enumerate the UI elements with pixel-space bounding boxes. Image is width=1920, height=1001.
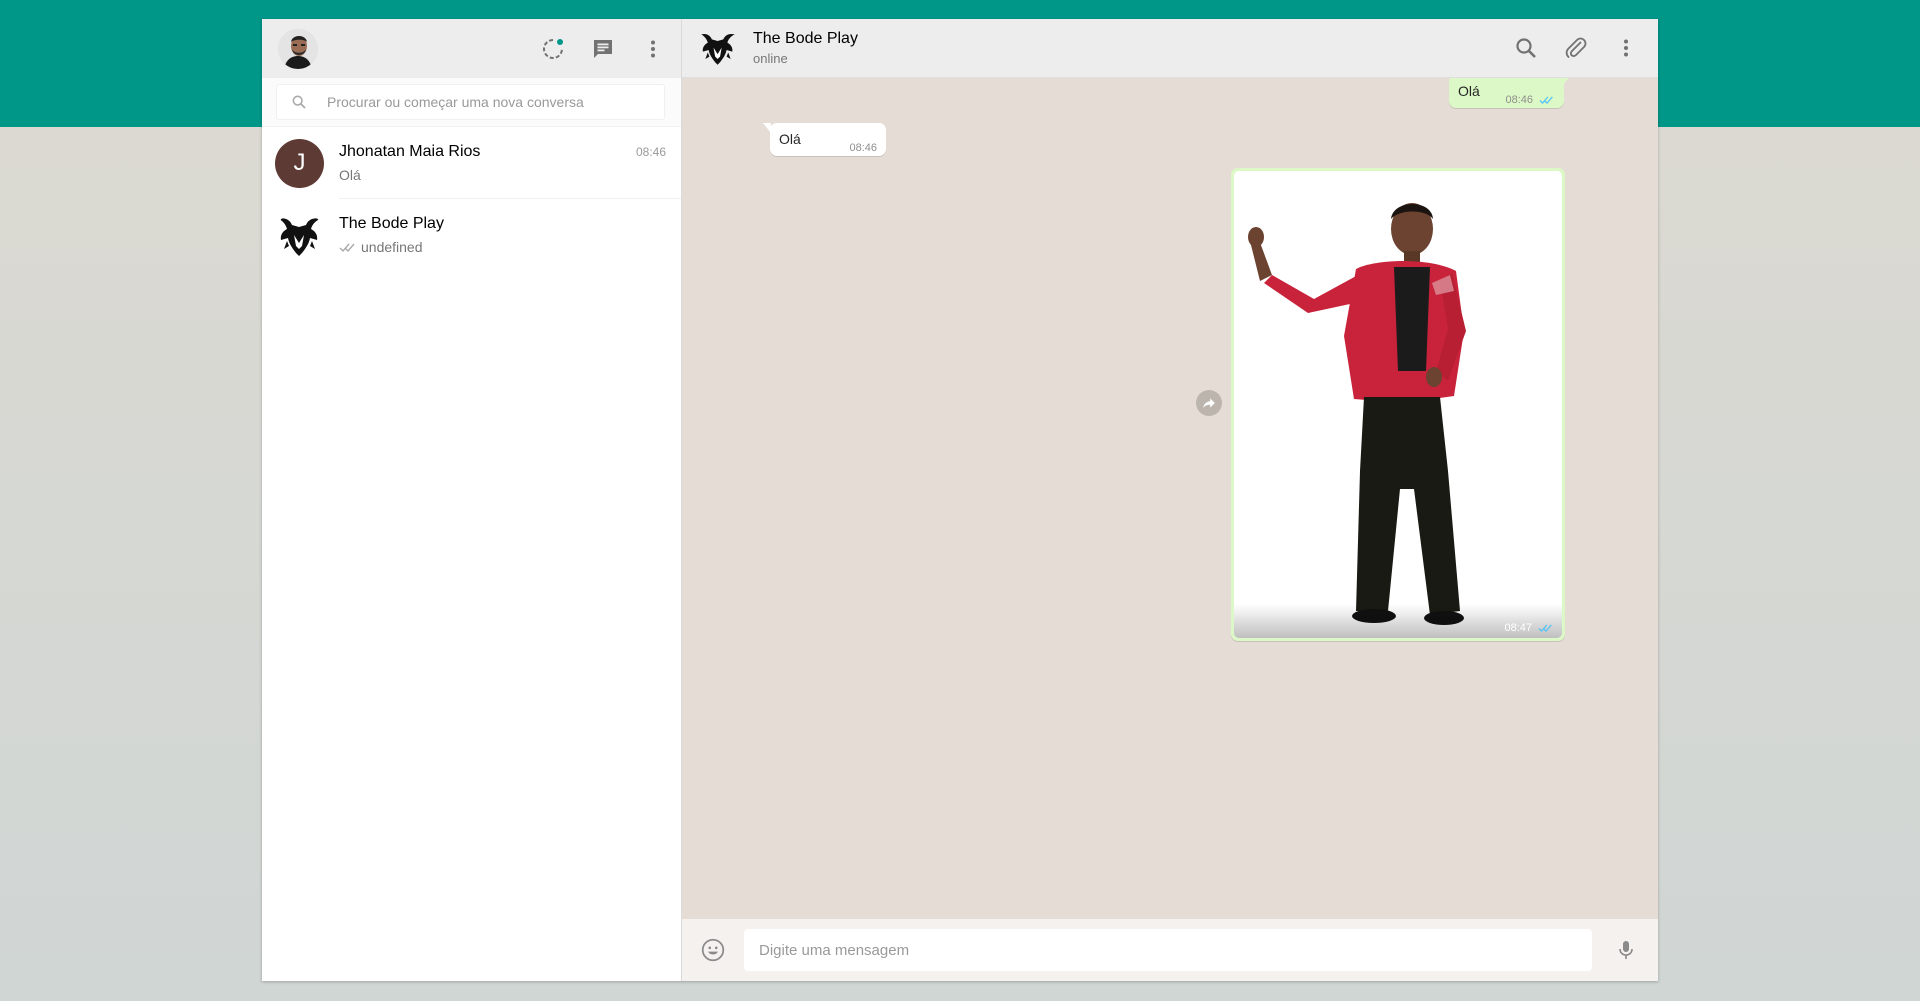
dancing-man-image: [1234, 171, 1562, 638]
message-meta: 08:47: [1504, 622, 1554, 634]
message-area: Olá 08:46 Olá 08:46 08:47: [682, 78, 1658, 919]
message-meta: 08:46: [1505, 94, 1555, 106]
avatar: J: [275, 138, 324, 188]
contact-status: online: [753, 51, 788, 66]
chat-item-bode-play[interactable]: The Bode Play undefined: [262, 199, 681, 271]
message-text: Olá: [779, 131, 801, 147]
contact-info[interactable]: The Bode Play online: [753, 30, 1488, 66]
contact-avatar[interactable]: [698, 28, 738, 68]
message-outgoing-image[interactable]: 08:47: [1231, 168, 1565, 641]
compose-bar: [682, 919, 1658, 981]
message-input[interactable]: [744, 929, 1592, 971]
avatar: [275, 211, 324, 260]
message-outgoing[interactable]: Olá 08:46: [1449, 78, 1571, 108]
chat-preview: undefined: [361, 239, 423, 255]
sidebar: J Jhonatan Maia Rios 08:46 Olá: [262, 19, 682, 981]
avatar-initial: J: [293, 149, 306, 176]
menu-icon[interactable]: [641, 37, 665, 61]
search-input[interactable]: [325, 93, 664, 111]
chat-time: 08:46: [635, 144, 666, 159]
message-text: Olá: [1458, 83, 1480, 99]
chat-name: The Bode Play: [339, 215, 444, 232]
profile-photo-icon: [278, 28, 318, 69]
search-icon: [291, 94, 311, 110]
whatsapp-app-window: J Jhonatan Maia Rios 08:46 Olá: [262, 19, 1658, 981]
search-box: [276, 84, 665, 120]
double-check-icon: [339, 242, 357, 253]
message-time: 08:46: [849, 142, 877, 154]
microphone-icon[interactable]: [1614, 938, 1638, 962]
message-time: 08:46: [1505, 94, 1533, 106]
my-avatar[interactable]: [278, 28, 318, 69]
message-time: 08:47: [1504, 622, 1532, 634]
new-chat-icon[interactable]: [591, 37, 615, 61]
conversation-header: The Bode Play online: [682, 19, 1658, 78]
chat-item-jhonatan[interactable]: J Jhonatan Maia Rios 08:46 Olá: [262, 127, 681, 199]
conversation-panel: The Bode Play online Olá 08:46 Olá 08:46…: [682, 19, 1658, 981]
chat-preview: Olá: [339, 166, 361, 183]
double-check-icon: [1539, 95, 1555, 105]
search-icon[interactable]: [1514, 36, 1538, 60]
contact-name: The Bode Play: [753, 30, 858, 47]
chat-name: Jhonatan Maia Rios: [339, 142, 481, 160]
emoji-icon[interactable]: [700, 937, 726, 963]
forward-icon[interactable]: [1196, 390, 1222, 416]
chat-body: The Bode Play undefined: [339, 199, 681, 271]
goat-logo-icon: [279, 217, 320, 256]
search-bar: [262, 78, 681, 127]
chat-list: J Jhonatan Maia Rios 08:46 Olá The Bode …: [262, 127, 681, 981]
status-icon[interactable]: [541, 37, 565, 61]
message-incoming[interactable]: Olá 08:46: [763, 123, 886, 156]
sidebar-header: [262, 19, 681, 78]
double-check-icon: [1538, 623, 1554, 633]
menu-icon[interactable]: [1614, 36, 1638, 60]
image-attachment[interactable]: 08:47: [1234, 171, 1562, 638]
goat-logo-icon: [701, 34, 735, 65]
chat-body: Jhonatan Maia Rios 08:46 Olá: [339, 127, 681, 199]
message-meta: 08:46: [849, 142, 877, 154]
paperclip-icon[interactable]: [1564, 36, 1588, 60]
